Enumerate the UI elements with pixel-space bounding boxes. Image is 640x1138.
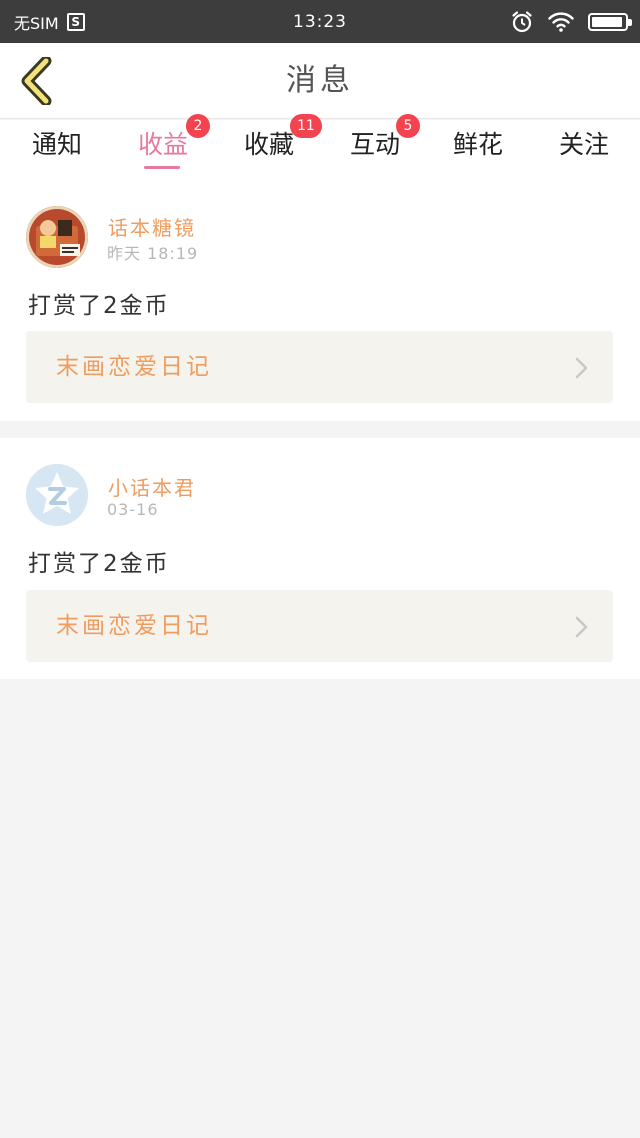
tab-badge: 2: [186, 114, 210, 138]
tab-label: 互动: [349, 130, 400, 159]
tab-badge: 11: [290, 114, 322, 138]
tab-label: 收益: [137, 130, 188, 159]
work-title: 末画恋爱日记: [56, 354, 212, 380]
active-tab-indicator: [144, 166, 180, 169]
user-name[interactable]: 话本糖镜: [108, 212, 196, 241]
battery-icon: [588, 12, 632, 31]
carrier-label: 无SIM: [14, 13, 59, 33]
message-text: 打赏了2金币: [28, 293, 170, 319]
tab-following[interactable]: 关注: [539, 120, 629, 180]
tab-favorites[interactable]: 收藏 11: [224, 114, 322, 180]
work-link[interactable]: 末画恋爱日记: [26, 331, 613, 403]
work-link[interactable]: 末画恋爱日记: [26, 590, 613, 662]
tab-label: 关注: [558, 130, 609, 159]
page-title: 消息: [286, 63, 354, 98]
chevron-right-icon: [575, 357, 588, 379]
avatar-image: [26, 206, 88, 268]
sim-icon: S: [66, 12, 85, 31]
status-bar: 无SIM S 13:23: [0, 0, 640, 43]
default-avatar-icon: [26, 464, 88, 526]
avatar[interactable]: [26, 206, 88, 268]
message-time: 昨天 18:19: [107, 244, 199, 263]
avatar[interactable]: [26, 464, 88, 526]
alarm-icon: [512, 10, 532, 32]
message-card: 话本糖镜 昨天 18:19 打赏了2金币 末画恋爱日记: [0, 180, 640, 421]
tab-label: 收藏: [243, 130, 294, 159]
tab-badge: 5: [396, 114, 420, 138]
chevron-right-icon: [575, 616, 588, 638]
message-time: 03-16: [107, 500, 159, 519]
tab-label: 通知: [31, 130, 82, 159]
tab-bar: 通知 收益 2 收藏 11 互动 5 鲜花 关注: [0, 114, 640, 180]
wifi-icon: [548, 11, 574, 32]
tab-label: 鲜花: [452, 130, 503, 159]
nav-bar: 消息: [0, 43, 640, 119]
message-card: 小话本君 03-16 打赏了2金币 末画恋爱日记: [0, 438, 640, 679]
message-text: 打赏了2金币: [28, 551, 170, 577]
status-right: [510, 10, 632, 34]
tab-earnings[interactable]: 收益 2: [118, 114, 210, 180]
work-title: 末画恋爱日记: [56, 613, 212, 639]
user-name[interactable]: 小话本君: [108, 472, 196, 501]
tab-flowers[interactable]: 鲜花: [433, 120, 523, 180]
tab-notifications[interactable]: 通知: [12, 120, 102, 180]
tab-interactions[interactable]: 互动 5: [330, 114, 420, 180]
status-left: 无SIM S: [14, 10, 85, 34]
